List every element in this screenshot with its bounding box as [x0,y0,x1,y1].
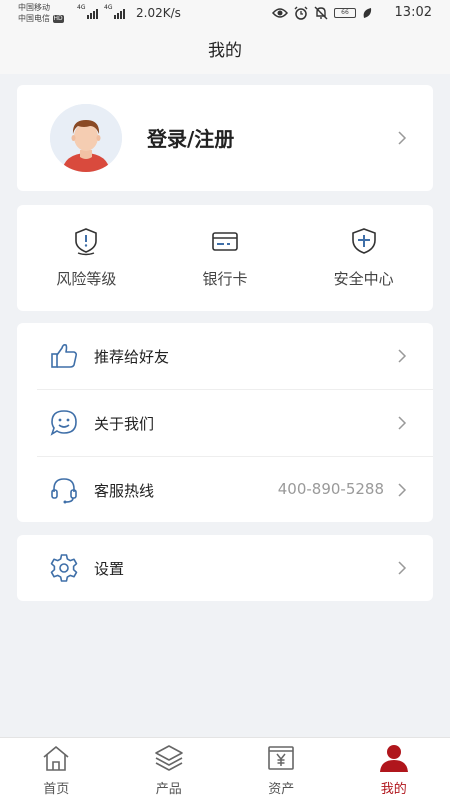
smiley-chat-icon [50,410,77,436]
hotline-number[interactable]: 400-890-5288 [278,480,384,498]
quick-action-security-center[interactable]: 安全中心 [294,205,433,311]
menu-item-label: 设置 [94,560,125,578]
thumbs-up-icon [51,344,78,368]
bank-card-icon [212,232,238,251]
chevron-right-icon [398,131,407,145]
tab-label: 产品 [155,782,182,797]
signal-tag-1: 4G [77,4,86,11]
tab-home[interactable]: 首页 [0,738,113,800]
alarm-icon [294,6,308,20]
person-icon [379,745,408,772]
layers-icon [154,745,183,771]
menu-item-label: 客服热线 [94,482,155,500]
status-bar: 中国移动 中国电信 HD 4G 4G 2.02K/s 66 13:02 [0,0,450,28]
net-speed: 2.02K/s [136,6,181,20]
status-clock: 13:02 [394,5,432,20]
settings-card: 设置 [17,535,433,601]
quick-action-risk-level[interactable]: 风险等级 [17,205,156,311]
quick-actions-card: 风险等级 银行卡 安全中心 [17,205,433,311]
signal-strength-2-icon: 4G [104,4,126,19]
top-nav-bar: 我的 [0,28,450,74]
quick-action-bank-card[interactable]: 银行卡 [156,205,295,311]
home-icon [43,746,69,771]
quick-action-label: 银行卡 [202,270,248,288]
tab-label: 资产 [268,782,295,797]
login-register-card[interactable]: 登录/注册 [17,85,433,191]
headset-icon [51,478,77,504]
menu-item-about-us[interactable]: 关于我们 [17,390,433,456]
page-title: 我的 [208,41,242,61]
menu-item-label: 关于我们 [94,415,155,433]
chevron-right-icon [398,416,407,430]
leaf-icon [363,8,372,18]
avatar[interactable] [50,104,122,172]
menu-list-card: 推荐给好友 关于我们 客服热线 400-890-5288 [17,323,433,522]
carrier-1: 中国移动 [18,3,50,12]
signal-strength-1-icon: 4G [77,4,99,19]
tab-label: 首页 [43,782,70,797]
eye-icon [272,8,288,18]
tab-mine[interactable]: 我的 [338,738,450,800]
chevron-right-icon [398,349,407,363]
tab-products[interactable]: 产品 [113,738,226,800]
chevron-right-icon [398,483,407,497]
yen-box-icon [268,746,295,770]
security-shield-icon [351,228,376,254]
avatar-person-icon [50,104,122,172]
tab-label: 我的 [380,782,407,797]
signal-tag-2: 4G [104,4,113,11]
battery-icon: 66 [334,8,356,18]
hd-badge: HD [52,14,64,23]
shield-alert-icon [75,228,98,256]
carrier-2: 中国电信 [18,14,50,23]
login-register-label[interactable]: 登录/注册 [147,123,234,152]
mute-icon [314,6,328,20]
quick-action-label: 安全中心 [333,270,394,288]
status-icons: 66 [272,6,372,20]
chevron-right-icon [398,561,407,575]
menu-item-label: 推荐给好友 [94,348,170,366]
menu-item-hotline[interactable]: 客服热线 400-890-5288 [17,457,433,523]
gear-icon [50,554,78,582]
quick-action-label: 风险等级 [56,270,117,288]
bottom-tab-bar: 首页 产品 资产 我的 [0,737,450,800]
menu-item-recommend[interactable]: 推荐给好友 [17,323,433,389]
carrier-info: 中国移动 中国电信 HD [18,2,64,24]
tab-assets[interactable]: 资产 [225,738,338,800]
menu-item-settings[interactable]: 设置 [17,535,433,601]
